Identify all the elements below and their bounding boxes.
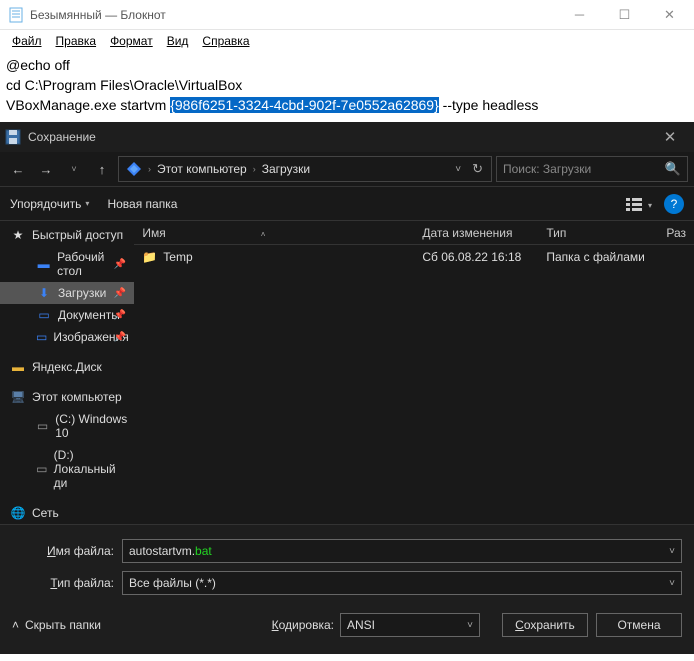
menu-format[interactable]: Формат (104, 32, 159, 50)
tree-documents[interactable]: ▭Документы📌 (0, 304, 134, 326)
dialog-nav: ← → ˅ ↑ › Этот компьютер › Загрузки ˅ ↻ … (0, 152, 694, 186)
nav-up-button[interactable]: ↑ (90, 157, 114, 181)
notepad-title: Безымянный — Блокнот (30, 8, 557, 22)
notepad-menubar: Файл Правка Формат Вид Справка (0, 30, 694, 52)
download-icon: ⬇ (36, 286, 52, 300)
save-icon (4, 128, 22, 146)
dialog-body: ★Быстрый доступ ▬Рабочий стол📌 ⬇Загрузки… (0, 220, 694, 524)
pin-icon: 📌 (114, 259, 126, 270)
pin-icon: 📌 (114, 288, 126, 299)
tree-drive-d[interactable]: ▭(D:) Локальный ди (0, 444, 134, 494)
search-placeholder: Поиск: Загрузки (503, 162, 591, 176)
search-input[interactable]: Поиск: Загрузки 🔍 (496, 156, 688, 182)
menu-edit[interactable]: Правка (50, 32, 103, 50)
pin-icon: 📌 (114, 332, 126, 343)
notepad-editor[interactable]: @echo off cd C:\Program Files\Oracle\Vir… (0, 52, 694, 122)
nav-back-button[interactable]: ← (6, 157, 30, 181)
tree-downloads[interactable]: ⬇Загрузки📌 (0, 282, 134, 304)
view-button[interactable]: ▾ (626, 197, 654, 211)
filetype-select[interactable]: Все файлы (*.*) ˅ (122, 571, 682, 595)
tree-network[interactable]: 🌐Сеть (0, 502, 134, 524)
nav-tree: ★Быстрый доступ ▬Рабочий стол📌 ⬇Загрузки… (0, 221, 134, 524)
dialog-bottom: Имя файла: autostartvm.bat ˅ Тип файла: … (0, 524, 694, 607)
tree-drive-c[interactable]: ▭(C:) Windows 10 (0, 408, 134, 444)
chevron-down-icon[interactable]: ˅ (669, 546, 675, 557)
list-header: Имя ˄ Дата изменения Тип Раз (134, 221, 694, 245)
svg-text:▾: ▾ (648, 201, 652, 210)
tree-pictures[interactable]: ▭Изображения📌 (0, 326, 134, 348)
minimize-button[interactable]: ─ (557, 0, 602, 30)
network-icon: 🌐 (10, 506, 26, 520)
pc-icon: 🖥 (10, 390, 26, 404)
save-button[interactable]: Сохранить (502, 613, 588, 637)
pin-icon: 📌 (114, 310, 126, 321)
col-size[interactable]: Раз (658, 226, 694, 240)
dialog-title: Сохранение (28, 130, 650, 144)
dialog-titlebar: Сохранение ✕ (0, 122, 694, 152)
close-button[interactable]: ✕ (647, 0, 692, 30)
nav-forward-button[interactable]: → (34, 157, 58, 181)
chevron-down-icon[interactable]: ˅ (669, 578, 675, 589)
encoding-label: Кодировка: (272, 618, 334, 632)
save-dialog: Сохранение ✕ ← → ˅ ↑ › Этот компьютер › … (0, 122, 694, 654)
hide-folders-button[interactable]: ˄Скрыть папки (12, 618, 101, 632)
help-button[interactable]: ? (664, 194, 684, 214)
col-name[interactable]: Имя ˄ (134, 226, 414, 240)
nav-recent-button[interactable]: ˅ (62, 157, 86, 181)
drive-icon: ▭ (36, 462, 48, 476)
refresh-button[interactable]: ↻ (468, 161, 487, 177)
folder-icon: 📁 (142, 250, 157, 264)
col-date[interactable]: Дата изменения (414, 226, 538, 240)
tree-this-pc[interactable]: 🖥Этот компьютер (0, 386, 134, 408)
pc-icon (123, 160, 145, 178)
crumb-root[interactable]: Этот компьютер (154, 162, 250, 176)
tree-quick-access[interactable]: ★Быстрый доступ (0, 224, 134, 246)
chevron-down-icon[interactable]: ˅ (467, 620, 473, 631)
pictures-icon: ▭ (36, 330, 47, 344)
encoding-select[interactable]: ANSI ˅ (340, 613, 480, 637)
search-icon: 🔍 (665, 161, 681, 177)
crumb-folder[interactable]: Загрузки (259, 162, 313, 176)
filename-label: Имя файла: (12, 544, 122, 558)
dialog-toolbar: Упорядочить▾ Новая папка ▾ ? (0, 186, 694, 220)
list-item[interactable]: 📁Temp Сб 06.08.22 16:18 Папка с файлами (134, 245, 694, 269)
filename-input[interactable]: autostartvm.bat ˅ (122, 539, 682, 563)
tree-yandex-disk[interactable]: ▬Яндекс.Диск (0, 356, 134, 378)
menu-help[interactable]: Справка (196, 32, 255, 50)
tree-desktop[interactable]: ▬Рабочий стол📌 (0, 246, 134, 282)
file-list: Имя ˄ Дата изменения Тип Раз 📁Temp Сб 06… (134, 221, 694, 524)
dialog-close-button[interactable]: ✕ (650, 122, 690, 152)
desktop-icon: ▬ (36, 257, 51, 271)
document-icon: ▭ (36, 308, 52, 322)
sort-indicator-icon: ˄ (259, 230, 267, 239)
breadcrumb-dropdown-icon[interactable]: ˅ (451, 164, 465, 175)
maximize-button[interactable]: ☐ (602, 0, 647, 30)
star-icon: ★ (10, 228, 26, 242)
dialog-actions: ˄Скрыть папки Кодировка: ANSI ˅ Сохранит… (0, 607, 694, 649)
drive-icon: ▭ (36, 419, 49, 433)
selected-text: {986f6251-3324-4cbd-902f-7e0552a62869} (170, 97, 439, 113)
menu-view[interactable]: Вид (161, 32, 195, 50)
notepad-titlebar: Безымянный — Блокнот ─ ☐ ✕ (0, 0, 694, 30)
cancel-button[interactable]: Отмена (596, 613, 682, 637)
menu-file[interactable]: Файл (6, 32, 48, 50)
notepad-icon (8, 7, 24, 23)
filetype-label: Тип файла: (12, 576, 122, 590)
chevron-up-icon: ˄ (12, 618, 19, 632)
folder-icon: ▬ (10, 360, 26, 374)
new-folder-button[interactable]: Новая папка (107, 197, 177, 211)
breadcrumb[interactable]: › Этот компьютер › Загрузки ˅ ↻ (118, 156, 492, 182)
organize-button[interactable]: Упорядочить▾ (10, 197, 89, 211)
list-rows[interactable]: 📁Temp Сб 06.08.22 16:18 Папка с файлами (134, 245, 694, 524)
col-type[interactable]: Тип (538, 226, 658, 240)
